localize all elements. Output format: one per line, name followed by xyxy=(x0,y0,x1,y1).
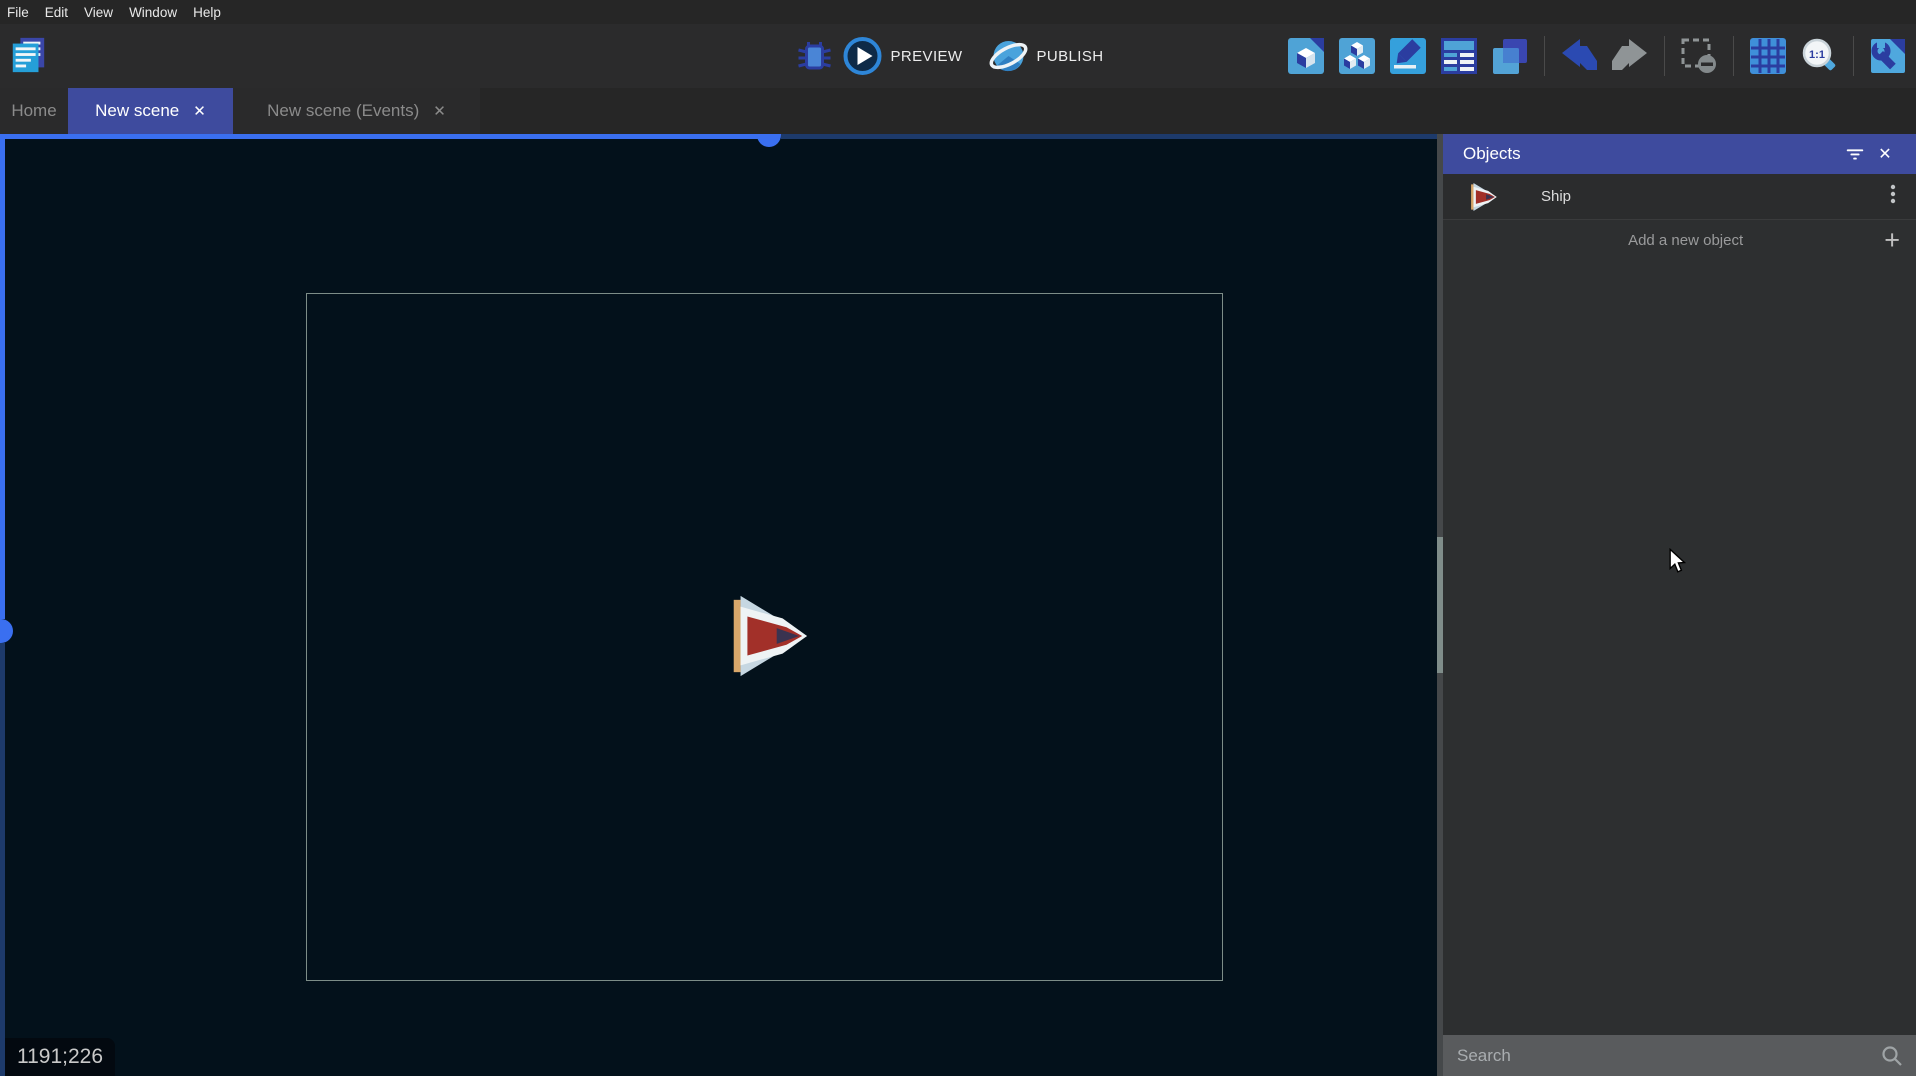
tab-home-label: Home xyxy=(11,101,56,121)
project-manager-icon xyxy=(8,34,48,76)
tab-bar: Home New scene ✕ New scene (Events) ✕ xyxy=(0,88,1916,134)
debugger-icon xyxy=(795,36,835,76)
object-name: Ship xyxy=(1541,188,1884,205)
menu-view[interactable]: View xyxy=(84,5,113,20)
zoom-1-1-button[interactable]: 1:1 xyxy=(1799,36,1839,76)
canvas-hscrollbar[interactable] xyxy=(781,134,1437,139)
preview-button[interactable] xyxy=(843,36,883,76)
instances-list-button[interactable] xyxy=(1439,36,1479,76)
canvas-hscrollbar-thumb[interactable] xyxy=(757,134,781,147)
redo-icon xyxy=(1610,36,1650,76)
ship-instance[interactable] xyxy=(722,592,808,680)
zoom-1-1-icon: 1:1 xyxy=(1799,36,1839,76)
publish-globe-icon xyxy=(988,36,1028,76)
properties-icon xyxy=(1388,36,1428,76)
publish-button[interactable] xyxy=(988,36,1028,76)
publish-label[interactable]: PUBLISH xyxy=(1036,48,1103,65)
ship-thumbnail-icon xyxy=(1467,182,1497,212)
svg-text:1:1: 1:1 xyxy=(1809,49,1825,61)
instances-list-icon xyxy=(1439,36,1479,76)
tab-close-icon[interactable]: ✕ xyxy=(433,102,446,120)
scene-editor-canvas[interactable]: 1191;226 xyxy=(0,134,1437,1076)
toolbar-separator xyxy=(1733,36,1734,76)
canvas-vscrollbar[interactable] xyxy=(0,134,5,619)
plus-icon: + xyxy=(1884,227,1900,254)
cursor-coordinates: 1191;226 xyxy=(5,1038,115,1076)
play-icon xyxy=(843,36,883,76)
toolbar-separator xyxy=(1544,36,1545,76)
menu-help[interactable]: Help xyxy=(193,5,221,20)
project-manager-button[interactable] xyxy=(8,35,48,75)
tab-new-scene[interactable]: New scene ✕ xyxy=(68,88,233,134)
toolbar-separator xyxy=(1664,36,1665,76)
grid-button[interactable] xyxy=(1748,36,1788,76)
toolbar-right: 1:1 xyxy=(1286,24,1908,88)
add-new-object-label: Add a new object xyxy=(1459,232,1884,249)
search-icon xyxy=(1880,1044,1904,1068)
objects-search-bar xyxy=(1443,1035,1916,1076)
debugger-button[interactable] xyxy=(795,36,835,76)
scene-settings-button[interactable] xyxy=(1868,36,1908,76)
tab-home[interactable]: Home xyxy=(0,88,68,134)
redo-button[interactable] xyxy=(1610,36,1650,76)
tab-new-scene-label: New scene xyxy=(95,101,179,121)
object-groups-icon xyxy=(1337,36,1377,76)
gdevelop-app: File Edit View Window Help xyxy=(0,0,1916,1076)
filter-button[interactable] xyxy=(1840,139,1870,169)
canvas-vscrollbar-thumb[interactable] xyxy=(0,619,13,643)
grid-icon xyxy=(1748,36,1788,76)
canvas-vscrollbar[interactable] xyxy=(0,643,5,1076)
toolbar-separator xyxy=(1853,36,1854,76)
toolbar: PREVIEW PUBLISH xyxy=(0,24,1916,88)
menu-file[interactable]: File xyxy=(7,5,29,20)
clear-selection-icon xyxy=(1679,36,1719,76)
menu-window[interactable]: Window xyxy=(129,5,177,20)
objects-panel: Objects ✕ Ship xyxy=(1443,134,1916,1076)
undo-icon xyxy=(1559,36,1599,76)
kebab-menu-icon xyxy=(1884,183,1902,205)
scene-settings-icon xyxy=(1868,36,1908,76)
preview-label[interactable]: PREVIEW xyxy=(891,48,963,65)
tab-new-scene-events[interactable]: New scene (Events) ✕ xyxy=(233,88,480,134)
objects-panel-title: Objects xyxy=(1463,144,1840,164)
canvas-hscrollbar[interactable] xyxy=(0,134,759,139)
objects-panel-empty-area xyxy=(1443,260,1916,1035)
layers-button[interactable] xyxy=(1490,36,1530,76)
tab-close-icon[interactable]: ✕ xyxy=(193,102,206,120)
objects-editor-icon xyxy=(1286,36,1326,76)
objects-editor-button[interactable] xyxy=(1286,36,1326,76)
add-new-object-button[interactable]: Add a new object + xyxy=(1443,220,1916,260)
layers-icon xyxy=(1490,36,1530,76)
menu-bar: File Edit View Window Help xyxy=(0,0,1916,24)
object-list-item-ship[interactable]: Ship xyxy=(1443,174,1916,220)
menu-edit[interactable]: Edit xyxy=(45,5,68,20)
properties-button[interactable] xyxy=(1388,36,1428,76)
undo-button[interactable] xyxy=(1559,36,1599,76)
object-groups-button[interactable] xyxy=(1337,36,1377,76)
object-menu-button[interactable] xyxy=(1884,183,1902,210)
close-panel-button[interactable]: ✕ xyxy=(1870,139,1900,169)
toolbar-center: PREVIEW PUBLISH xyxy=(795,24,1122,88)
tab-new-scene-events-label: New scene (Events) xyxy=(267,101,419,121)
filter-icon xyxy=(1844,143,1866,165)
objects-panel-header: Objects ✕ xyxy=(1443,134,1916,174)
objects-search-input[interactable] xyxy=(1457,1046,1880,1066)
clear-selection-button[interactable] xyxy=(1679,36,1719,76)
